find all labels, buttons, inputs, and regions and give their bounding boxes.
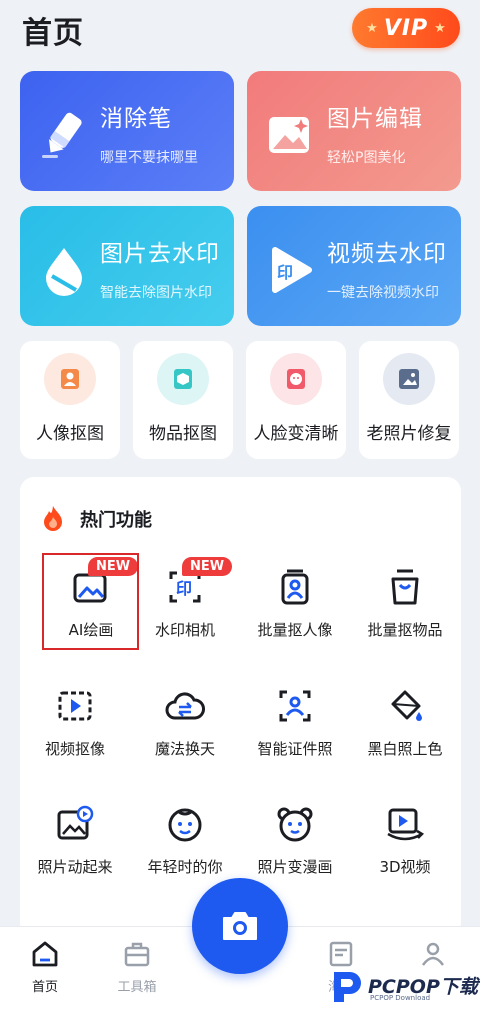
tab-home[interactable]: 首页 [10, 938, 80, 998]
colorize-icon [391, 690, 422, 721]
3d-video-icon [387, 808, 425, 841]
poster-icon [329, 941, 353, 967]
tool-cartoon[interactable]: 照片变漫画 [240, 790, 350, 890]
card-title: 视频去水印 [327, 241, 447, 267]
vip-label: VIP [383, 15, 429, 41]
camera-icon [223, 912, 257, 940]
card-label: 人像抠图 [36, 424, 104, 444]
card-title: 图片编辑 [327, 106, 423, 132]
fire-icon [44, 506, 62, 531]
tool-label: 视频抠像 [44, 740, 105, 758]
batch-portrait-icon [281, 569, 309, 605]
new-badge: NEW [182, 557, 233, 576]
tab-label: 首页 [31, 980, 58, 995]
eraser-pen-icon [42, 112, 82, 158]
portrait-cutout-icon [44, 353, 96, 405]
toolbox-icon [124, 942, 150, 967]
image-watermark-remove-icon [46, 248, 82, 296]
tool-label: 黑白照上色 [367, 740, 443, 758]
card-label: 老照片修复 [366, 424, 452, 444]
tool-label: 智能证件照 [257, 740, 333, 758]
watermark-subtext: PCPOP Download [370, 994, 431, 1002]
tool-id-photo[interactable]: 智能证件照 [240, 672, 350, 772]
star-icon: ★ [366, 20, 378, 36]
tool-label: 水印相机 [154, 621, 215, 639]
pcpop-logo-icon [334, 972, 361, 1002]
tool-batch-portrait[interactable]: 批量抠人像 [240, 553, 350, 653]
video-watermark-remove-icon: 印 [272, 247, 312, 293]
card-label: 人脸变清晰 [253, 424, 339, 444]
tool-younger-face[interactable]: 年轻时的你 [130, 790, 240, 890]
tab-label: 工具箱 [117, 980, 157, 995]
image-edit-card[interactable]: 图片编辑 轻松P图美化 [247, 71, 461, 191]
tool-colorize[interactable]: 黑白照上色 [350, 672, 460, 772]
tool-3d-video[interactable]: 3D视频 [350, 790, 460, 890]
home-icon [32, 941, 58, 967]
site-watermark: PCPOP下载 PCPOP Download [330, 968, 480, 1008]
tool-photo-animate[interactable]: 照片动起来 [20, 790, 130, 890]
tool-label: 照片动起来 [37, 858, 113, 876]
card-subtitle: 哪里不要抹哪里 [100, 150, 198, 166]
page-title: 首页 [22, 16, 84, 51]
younger-face-icon [168, 808, 202, 842]
object-cutout-icon [157, 353, 209, 405]
hot-features-title: 热门功能 [80, 510, 152, 531]
image-watermark-card[interactable]: 图片去水印 智能去除图片水印 [20, 206, 234, 326]
tool-label: 批量抠人像 [257, 621, 333, 639]
tool-label: 批量抠物品 [367, 621, 443, 639]
object-cutout-card[interactable]: 物品抠图 [133, 341, 233, 459]
card-title: 图片去水印 [100, 241, 220, 267]
id-photo-icon [279, 690, 311, 722]
old-photo-restore-card[interactable]: 老照片修复 [359, 341, 459, 459]
tool-batch-object[interactable]: 批量抠物品 [350, 553, 460, 653]
card-label: 物品抠图 [149, 424, 217, 444]
tab-toolbox[interactable]: 工具箱 [102, 938, 172, 998]
tool-label: 3D视频 [379, 858, 431, 876]
vip-button[interactable]: ★ VIP ★ [352, 8, 460, 48]
tool-label: 年轻时的你 [147, 858, 223, 876]
svg-text:印: 印 [176, 579, 192, 598]
card-title: 消除笔 [100, 106, 172, 132]
cartoon-icon [277, 807, 313, 842]
video-cutout-icon [58, 691, 92, 721]
selection-highlight [42, 553, 139, 650]
image-edit-icon [269, 117, 309, 153]
photo-animate-icon [57, 805, 94, 840]
profile-icon [421, 942, 445, 966]
star-icon: ★ [434, 20, 446, 36]
video-watermark-card[interactable]: 印 视频去水印 一键去除视频水印 [247, 206, 461, 326]
old-photo-restore-icon [383, 353, 435, 405]
tool-sky-replace[interactable]: 魔法换天 [130, 672, 240, 772]
portrait-cutout-card[interactable]: 人像抠图 [20, 341, 120, 459]
face-enhance-icon [270, 353, 322, 405]
tool-label: 魔法换天 [154, 740, 215, 758]
svg-text:印: 印 [277, 263, 293, 282]
tool-video-cutout[interactable]: 视频抠像 [20, 672, 130, 772]
face-enhance-card[interactable]: 人脸变清晰 [246, 341, 346, 459]
tool-watermark-camera[interactable]: 印 NEW 水印相机 [130, 553, 240, 653]
camera-button[interactable] [192, 878, 288, 974]
batch-object-icon [391, 569, 419, 605]
eraser-pen-card[interactable]: 消除笔 哪里不要抹哪里 [20, 71, 234, 191]
tool-label: 照片变漫画 [257, 858, 333, 876]
header: 首页 ★ VIP ★ [0, 0, 480, 64]
card-subtitle: 智能去除图片水印 [100, 285, 212, 301]
sky-replace-icon [165, 692, 205, 720]
card-subtitle: 一键去除视频水印 [327, 285, 439, 301]
card-subtitle: 轻松P图美化 [327, 150, 406, 166]
